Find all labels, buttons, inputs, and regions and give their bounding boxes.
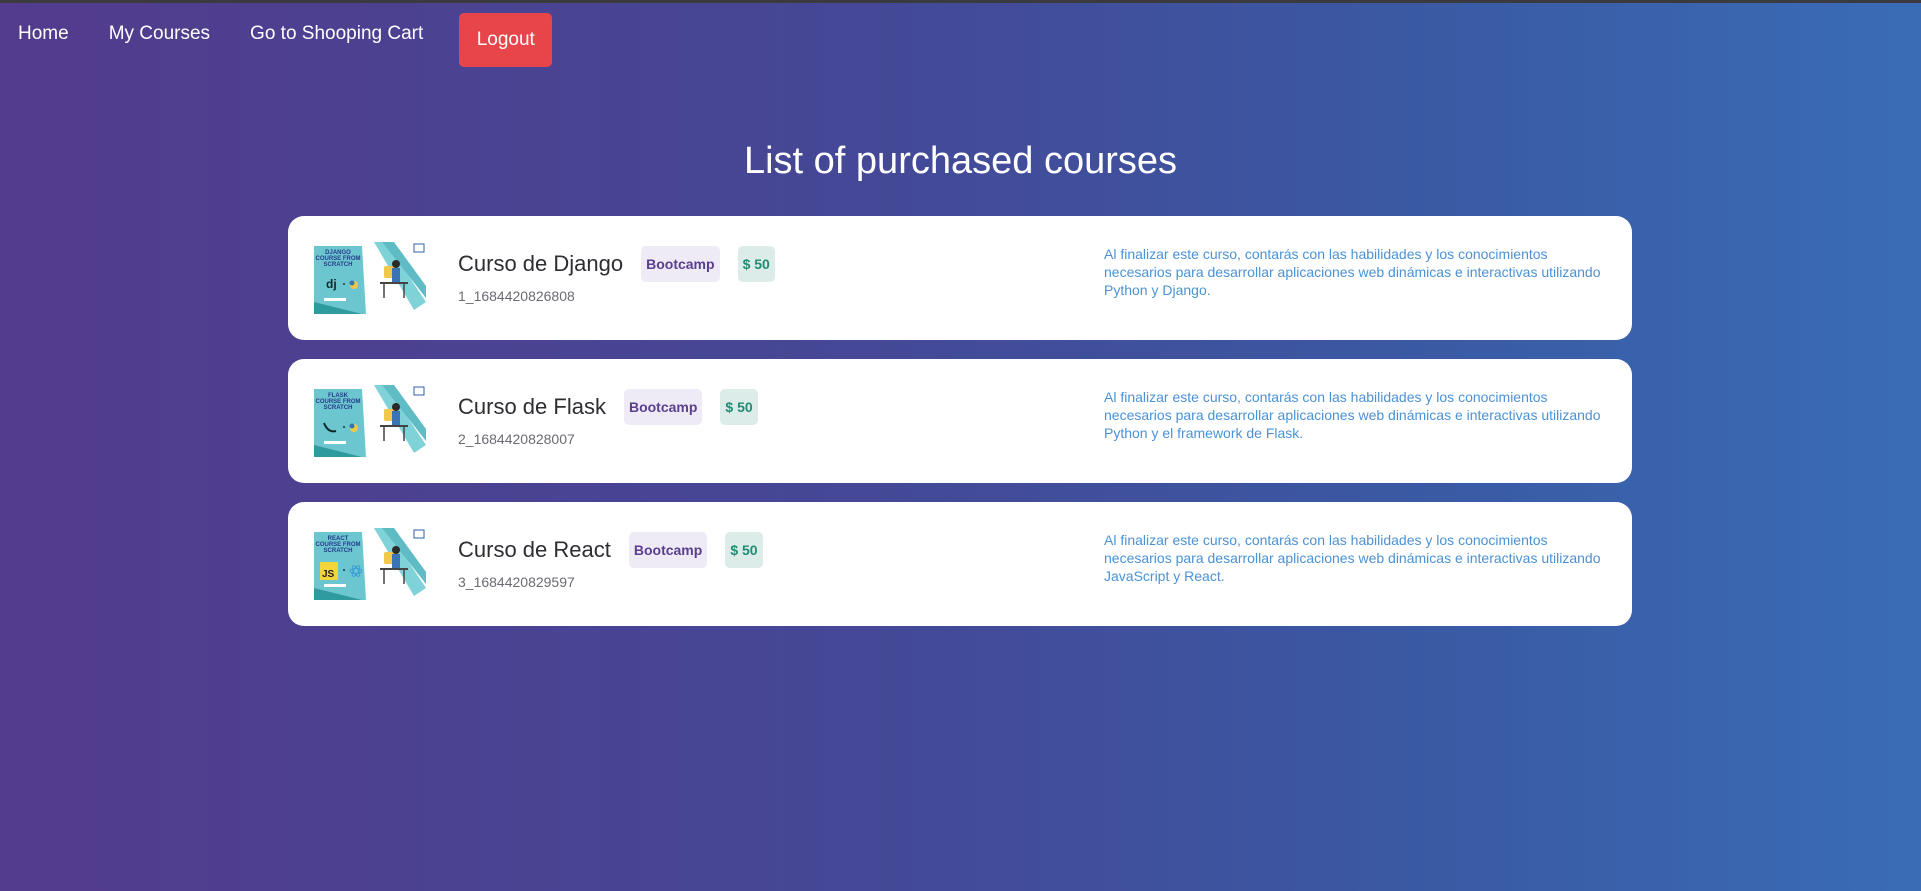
window-top-border: [0, 0, 1921, 3]
course-info: Curso de Django Bootcamp $ 50 1_16844208…: [458, 246, 775, 304]
price-badge: $ 50: [725, 532, 763, 568]
category-badge: Bootcamp: [623, 389, 703, 425]
course-info: Curso de React Bootcamp $ 50 3_168442082…: [458, 532, 763, 590]
category-badge: Bootcamp: [641, 246, 720, 282]
course-card: DJANGO COURSE FROM SCRATCH dj Curso de D…: [288, 216, 1632, 340]
thumb-line-3: SCRATCH: [324, 405, 353, 411]
course-id: 3_1684420829597: [458, 574, 575, 590]
price-badge: $ 50: [737, 246, 775, 282]
course-card: REACT COURSE FROM SCRATCH JS Curso de Re…: [288, 502, 1632, 626]
course-info: Curso de Flask Bootcamp $ 50 2_168442082…: [458, 389, 758, 447]
course-name: Curso de Flask: [458, 394, 606, 419]
nav-my-courses-link[interactable]: My Courses: [109, 23, 210, 45]
flask-python-thumbnail-icon: FLASK COURSE FROM SCRATCH: [314, 385, 426, 457]
course-name: Curso de React: [458, 537, 611, 562]
thumb-line-3: SCRATCH: [324, 262, 353, 268]
top-nav: Home My Courses Go to Shooping Cart Logo…: [18, 13, 553, 67]
thumb-logo: JS: [322, 569, 335, 580]
thumb-line-3: SCRATCH: [324, 548, 353, 554]
course-list: DJANGO COURSE FROM SCRATCH dj Curso de D…: [288, 216, 1632, 645]
course-id: 1_1684420826808: [458, 288, 575, 304]
course-description: Al finalizar este curso, contarás con la…: [1104, 246, 1601, 298]
course-thumbnail: REACT COURSE FROM SCRATCH JS: [314, 528, 426, 600]
nav-home-link[interactable]: Home: [18, 23, 69, 45]
course-description: Al finalizar este curso, contarás con la…: [1104, 389, 1601, 441]
logout-button[interactable]: Logout: [459, 13, 553, 67]
nav-cart-link[interactable]: Go to Shooping Cart: [250, 23, 423, 45]
category-badge: Bootcamp: [628, 532, 708, 568]
course-name: Curso de Django: [458, 251, 624, 276]
course-thumbnail: DJANGO COURSE FROM SCRATCH dj: [314, 242, 426, 314]
page-title: List of purchased courses: [743, 140, 1177, 182]
django-python-thumbnail-icon: DJANGO COURSE FROM SCRATCH dj: [314, 242, 426, 314]
react-js-thumbnail-icon: REACT COURSE FROM SCRATCH JS: [314, 528, 426, 600]
thumb-logo: dj: [326, 277, 337, 291]
price-badge: $ 50: [720, 389, 758, 425]
course-description: Al finalizar este curso, contarás con la…: [1104, 532, 1601, 584]
course-thumbnail: FLASK COURSE FROM SCRATCH: [314, 385, 426, 457]
course-card: FLASK COURSE FROM SCRATCH Curso de Flask: [288, 359, 1632, 483]
course-id: 2_1684420828007: [458, 431, 575, 447]
